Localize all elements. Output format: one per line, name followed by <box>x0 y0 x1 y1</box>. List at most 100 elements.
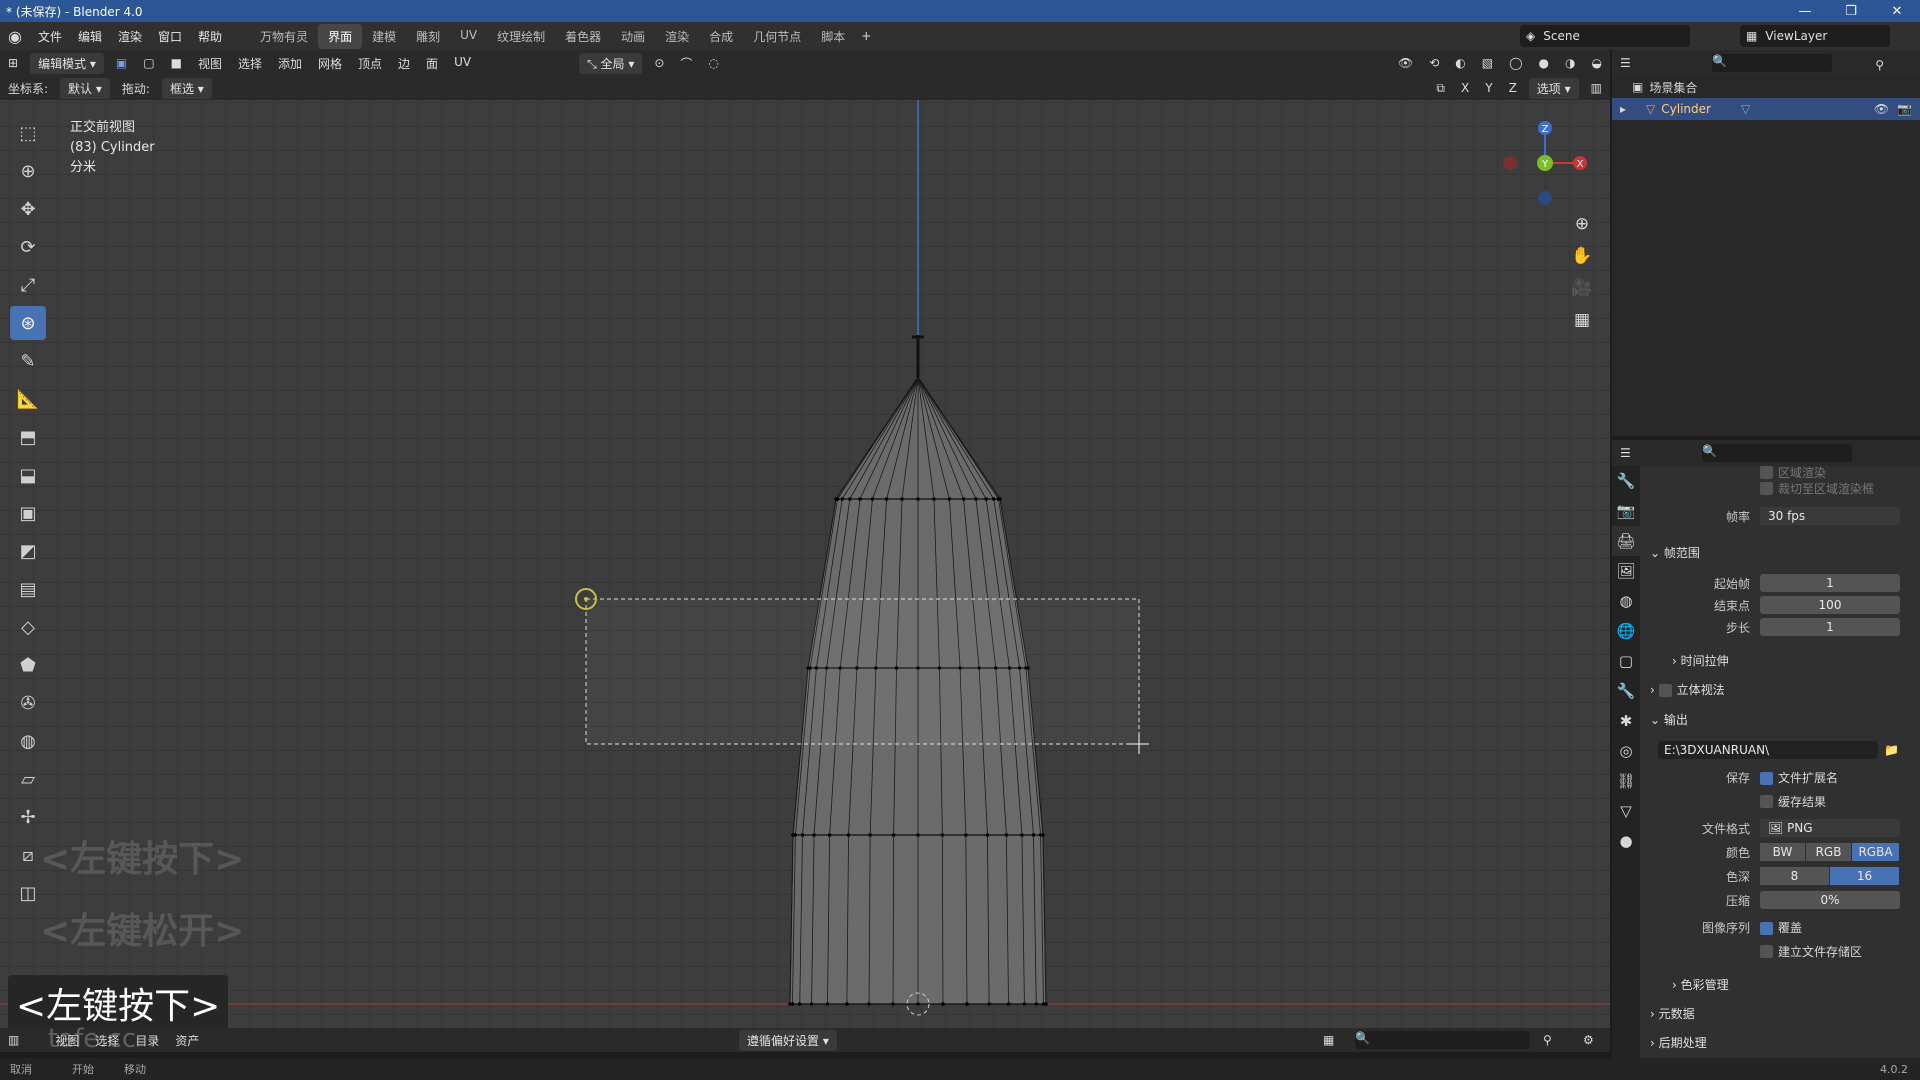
viewport-menu-4[interactable]: 顶点 <box>350 53 390 74</box>
snap-icon[interactable]: ⌒ <box>672 53 700 74</box>
edge-slide-tool-icon[interactable]: ▱ <box>10 762 46 796</box>
smooth-tool-icon[interactable]: ◍ <box>10 724 46 758</box>
asset-editor-icon[interactable]: ▥ <box>0 1031 27 1049</box>
properties-editor-icon[interactable]: ☰ <box>1612 444 1639 462</box>
color-mode-selector[interactable]: BW RGB RGBA <box>1760 843 1900 861</box>
workspace-tab-10[interactable]: 几何节点 <box>743 24 811 49</box>
knife-tool-icon[interactable]: ◇ <box>10 610 46 644</box>
shading-render-icon[interactable]: ◒ <box>1584 54 1610 72</box>
select-tool-icon[interactable]: ⬚ <box>10 116 46 150</box>
viewlayer-selector[interactable]: ▦ ViewLayer <box>1740 25 1890 47</box>
cache-checkbox[interactable]: 缓存结果 <box>1760 791 1826 811</box>
maximize-button[interactable]: ❐ <box>1828 4 1874 19</box>
workspace-tab-6[interactable]: 着色器 <box>555 24 611 49</box>
world-tab-icon[interactable]: 🌐 <box>1612 616 1640 646</box>
depth-16[interactable]: 16 <box>1830 867 1900 885</box>
workspace-tab-1[interactable]: 界面 <box>318 23 363 49</box>
tool-tab-icon[interactable]: 🔧 <box>1612 466 1640 496</box>
color-rgba[interactable]: RGBA <box>1852 843 1900 861</box>
gizmo-toggle-icon[interactable]: ⟲ <box>1421 54 1447 72</box>
vertex-select-icon[interactable]: ▣ <box>108 54 135 72</box>
material-tab-icon[interactable]: ● <box>1612 826 1640 856</box>
measure-tool-icon[interactable]: 📐 <box>10 382 46 416</box>
viewport-menu-1[interactable]: 选择 <box>230 53 270 74</box>
workspace-tab-8[interactable]: 渲染 <box>655 24 699 49</box>
pan-hand-icon[interactable]: ✋ <box>1568 242 1596 270</box>
menu-item-3[interactable]: 窗口 <box>150 30 190 44</box>
viewport-menu-6[interactable]: 面 <box>418 53 446 74</box>
color-bw[interactable]: BW <box>1760 843 1806 861</box>
frame-range-header[interactable]: ⌄ 帧范围 <box>1650 544 1700 561</box>
workspace-tab-11[interactable]: 脚本 <box>811 24 855 49</box>
output-header[interactable]: ⌄ 输出 <box>1650 711 1688 728</box>
shading-solid-icon[interactable]: ● <box>1531 54 1557 72</box>
render-camera-icon[interactable]: 📷 <box>1897 102 1912 116</box>
expand-icon[interactable]: ▸ <box>1620 102 1626 116</box>
outliner-search-input[interactable]: 🔍 <box>1712 54 1832 72</box>
post-processing-header[interactable]: › 后期处理 <box>1650 1034 1707 1051</box>
3d-viewport[interactable] <box>0 100 1610 1035</box>
data-tab-icon[interactable]: ▽ <box>1612 796 1640 826</box>
proportional-icon[interactable]: ◌ <box>700 54 726 72</box>
viewport-menu-5[interactable]: 边 <box>390 53 418 74</box>
extrude-tool-icon[interactable]: ⬓ <box>10 458 46 492</box>
scene-tab-icon[interactable]: ◍ <box>1612 586 1640 616</box>
properties-search-input[interactable]: 🔍 <box>1702 444 1852 462</box>
view-mode-icon[interactable]: ▦ <box>1315 1031 1342 1049</box>
object-tab-icon[interactable]: ▢ <box>1612 646 1640 676</box>
scene-collection-row[interactable]: ▣ 场景集合 <box>1612 76 1920 98</box>
shrink-tool-icon[interactable]: ✢ <box>10 800 46 834</box>
fps-dropdown[interactable]: 30 fps <box>1760 507 1900 525</box>
mode-dropdown[interactable]: 编辑模式 ▾ <box>30 52 104 74</box>
camera-icon[interactable]: 🎥 <box>1568 274 1596 302</box>
output-path-field[interactable]: E:\3DXUANRUAN\ <box>1658 741 1878 759</box>
placeholders-checkbox[interactable]: 建立文件存储区 <box>1760 941 1862 961</box>
viewport-menu-3[interactable]: 网格 <box>310 53 350 74</box>
workspace-tab-5[interactable]: 纹理绘制 <box>487 24 555 49</box>
file-format-dropdown[interactable]: 🖼 PNG <box>1760 819 1900 837</box>
workspace-tab-7[interactable]: 动画 <box>611 24 655 49</box>
face-select-icon[interactable]: ■ <box>163 54 190 72</box>
shading-material-icon[interactable]: ◑ <box>1557 54 1583 72</box>
particles-tab-icon[interactable]: ✱ <box>1612 706 1640 736</box>
asset-menu-3[interactable]: 资产 <box>167 1030 207 1051</box>
overwrite-checkbox[interactable]: 覆盖 <box>1760 919 1802 936</box>
viewport-menu-0[interactable]: 视图 <box>190 53 230 74</box>
output-tab-icon[interactable]: 🖨 <box>1612 526 1640 556</box>
folder-icon[interactable]: 📁 <box>1884 743 1899 757</box>
navigation-gizmo[interactable]: Z Y X <box>1500 118 1590 208</box>
asset-search-input[interactable]: 🔍 <box>1355 1031 1530 1049</box>
stats-icon[interactable]: ▥ <box>1583 79 1610 97</box>
zoom-icon[interactable]: ⊕ <box>1568 210 1596 238</box>
metadata-header[interactable]: › 元数据 <box>1650 1005 1695 1022</box>
outliner-editor-icon[interactable]: ☰ <box>1612 54 1639 72</box>
polybuild-tool-icon[interactable]: ⬟ <box>10 648 46 682</box>
workspace-tab-9[interactable]: 合成 <box>699 24 743 49</box>
shading-wire-icon[interactable]: ◯ <box>1501 54 1530 72</box>
mirror-icon[interactable]: ⧉ <box>1428 79 1453 98</box>
spin-tool-icon[interactable]: ✇ <box>10 686 46 720</box>
add-workspace-icon[interactable]: + <box>855 29 877 43</box>
drag-dropdown[interactable]: 框选 ▾ <box>161 77 212 99</box>
pivot-icon[interactable]: ⊙ <box>646 54 672 72</box>
color-rgb[interactable]: RGB <box>1806 843 1852 861</box>
add-cube-tool-icon[interactable]: ⬒ <box>10 420 46 454</box>
edge-select-icon[interactable]: ▢ <box>135 54 162 72</box>
overlay-icon[interactable]: ◐ <box>1447 54 1473 72</box>
viewport-menu-2[interactable]: 添加 <box>270 53 310 74</box>
menu-item-1[interactable]: 编辑 <box>70 30 110 44</box>
axis-z[interactable]: Z <box>1501 79 1525 97</box>
physics-tab-icon[interactable]: ◎ <box>1612 736 1640 766</box>
loopcut-tool-icon[interactable]: ▤ <box>10 572 46 606</box>
menu-item-2[interactable]: 渲染 <box>110 30 150 44</box>
axis-y[interactable]: Y <box>1477 79 1500 97</box>
workspace-tab-4[interactable]: UV <box>450 24 487 49</box>
scene-selector[interactable]: ◈ Scene <box>1520 25 1690 47</box>
eye-icon[interactable]: 👁 <box>1874 102 1889 116</box>
color-management-header[interactable]: › 色彩管理 <box>1672 976 1729 993</box>
rotate-tool-icon[interactable]: ⟳ <box>10 230 46 264</box>
depth-selector[interactable]: 8 16 <box>1760 867 1900 885</box>
start-frame-field[interactable]: 1 <box>1760 574 1900 592</box>
workspace-tab-0[interactable]: 万物有灵 <box>250 24 318 49</box>
viewport-menu-7[interactable]: UV <box>446 53 479 74</box>
